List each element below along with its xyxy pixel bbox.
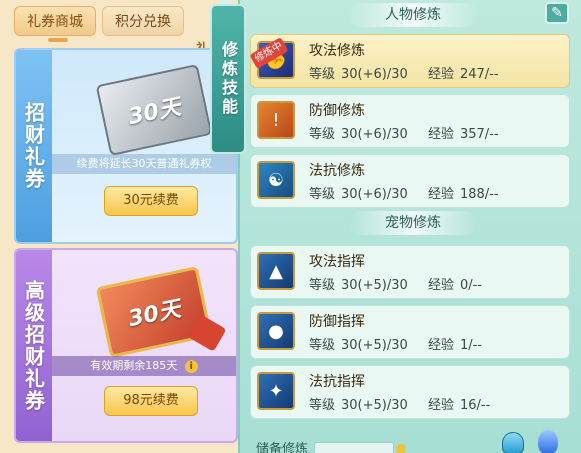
skill-name: 攻法修炼 [309,43,365,59]
exp-value: 247/-- [459,67,499,82]
coin-icon [396,444,406,453]
pet-defense-icon: ● [257,312,295,350]
skill-attack-magic[interactable]: ✊ 修炼中 攻法修炼 等级 30(+6)/30 经验 247/-- [249,34,570,88]
flame-icon[interactable] [538,430,558,453]
exp-label: 经验 [427,127,454,142]
skill-defense[interactable]: ! 防御修炼 等级 30(+6)/30 经验 357/-- [250,94,570,148]
active-tab-indicator [48,38,68,42]
exp-label: 经验 [427,278,454,293]
potion-icon[interactable] [502,432,524,453]
exp-value: 16/-- [459,398,491,413]
exp-value: 188/-- [459,187,499,202]
tab-label: 修炼技能 [219,41,238,117]
level-value: 30(+6)/30 [341,67,408,82]
exp-label: 经验 [427,187,454,202]
card-title-bar: 招财礼券 [16,50,52,242]
skill-stats: 等级 30(+6)/30 经验 357/-- [309,123,505,142]
level-label: 等级 [309,278,336,293]
level-label: 等级 [309,338,336,353]
exp-value: 357/-- [459,127,499,142]
level-value: 30(+6)/30 [341,187,408,202]
app-root: 礼券商城 积分兑换 礼 招财礼券 30天 续费将延长30天普通礼券权 30元续费… [0,0,581,453]
skill-stats: 等级 30(+5)/30 经验 1/-- [309,334,488,353]
level-value: 30(+5)/30 [341,398,408,413]
skill-magic-resist[interactable]: ☯ 法抗修炼 等级 30(+6)/30 经验 188/-- [250,154,570,208]
skill-stats: 等级 30(+6)/30 经验 188/-- [309,183,505,202]
validity-text: 有效期剩余185天 [90,359,178,372]
reserve-label: 储备修炼 [256,442,309,453]
renew-98-button[interactable]: 98元续费 [104,386,198,416]
skill-name: 攻法指挥 [309,254,365,270]
cultivation-panel: 人物修炼 ✎ ✊ 修炼中 攻法修炼 等级 30(+6)/30 经验 247/-- !… [238,0,581,453]
card-title: 招财礼券 [21,102,46,190]
level-value: 30(+6)/30 [341,127,408,142]
tab-points-exchange[interactable]: 积分兑换 [102,6,184,36]
renew-30-button[interactable]: 30元续费 [104,186,198,216]
skill-pet-resist[interactable]: ✦ 法抗指挥 等级 30(+5)/30 经验 16/-- [250,365,570,419]
edit-icon[interactable]: ✎ [545,2,569,24]
skill-name: 防御修炼 [309,103,365,119]
skill-pet-defense[interactable]: ● 防御指挥 等级 30(+5)/30 经验 1/-- [250,305,570,359]
skill-name: 防御指挥 [309,314,365,330]
defense-icon: ! [257,101,295,139]
level-label: 等级 [309,398,336,413]
section-person-title: 人物修炼 [348,3,478,27]
exp-label: 经验 [427,398,454,413]
reserve-input[interactable] [314,442,394,453]
section-pet-title: 宠物修炼 [348,211,478,235]
gift-shop-panel: 礼券商城 积分兑换 礼 招财礼券 30天 续费将延长30天普通礼券权 30元续费… [0,0,238,453]
pet-attack-icon: ▲ [257,252,295,290]
info-icon[interactable]: i [184,360,198,373]
level-value: 30(+5)/30 [341,338,408,353]
level-value: 30(+5)/30 [341,278,408,293]
gift-card-premium: 高级招财礼券 30天 有效期剩余185天 i 98元续费 [14,248,238,443]
shop-tabs: 礼券商城 积分兑换 [14,6,184,36]
skill-name: 法抗指挥 [309,374,365,390]
ticket-label: 30天 [126,94,183,131]
level-label: 等级 [309,67,336,82]
level-label: 等级 [309,187,336,202]
exp-value: 1/-- [459,338,482,353]
tab-cultivation-skills[interactable]: 修炼技能 [210,4,246,154]
exp-label: 经验 [427,67,454,82]
pet-resist-icon: ✦ [257,372,295,410]
exp-label: 经验 [427,338,454,353]
ticket-label: 30天 [126,296,183,333]
skill-stats: 等级 30(+5)/30 经验 16/-- [309,394,496,413]
skill-stats: 等级 30(+5)/30 经验 0/-- [309,274,488,293]
level-label: 等级 [309,127,336,142]
skill-pet-attack[interactable]: ▲ 攻法指挥 等级 30(+5)/30 经验 0/-- [250,245,570,299]
gift-card-basic: 招财礼券 30天 续费将延长30天普通礼券权 30元续费 [14,48,238,244]
ticket-gold-icon: 30天 [95,265,213,359]
ticket-silver-icon: 30天 [95,63,213,157]
exp-value: 0/-- [459,278,482,293]
skill-name: 法抗修炼 [309,163,365,179]
card-info-text: 续费将延长30天普通礼券权 [52,154,236,174]
card-title-bar: 高级招财礼券 [16,250,52,441]
card-title: 高级招财礼券 [21,279,46,412]
tab-gift-mall[interactable]: 礼券商城 [14,6,96,36]
skill-stats: 等级 30(+6)/30 经验 247/-- [309,63,505,82]
card-info-text: 有效期剩余185天 i [52,356,236,376]
magic-resist-icon: ☯ [257,161,295,199]
